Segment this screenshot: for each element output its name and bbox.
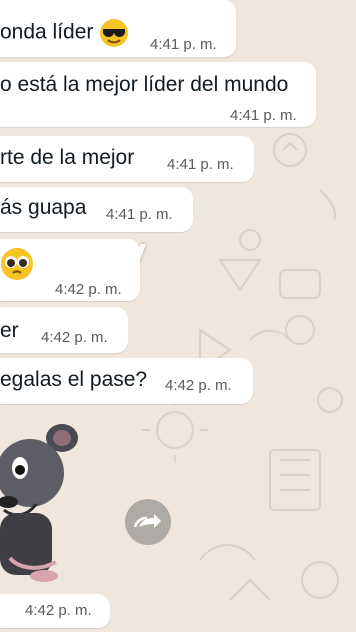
sunglasses-face-icon <box>100 19 129 47</box>
message-bubble[interactable]: egalas el pase? 4:42 p. m. <box>0 358 253 404</box>
forward-icon <box>133 514 161 528</box>
message-time: 4:41 p. m. <box>106 206 173 223</box>
message-time: 4:42 p. m. <box>41 329 108 346</box>
message-time: 4:41 p. m. <box>230 107 297 124</box>
message-bubble[interactable]: ás guapa 4:41 p. m. <box>0 187 193 232</box>
message-time: 4:42 p. m. <box>25 602 92 619</box>
message-time: 4:42 p. m. <box>55 281 122 298</box>
message-bubble[interactable]: onda líder 4:41 p. m. <box>0 0 236 57</box>
rat-sticker[interactable] <box>0 418 84 588</box>
message-bubble[interactable]: 4:42 p. m. <box>0 594 110 628</box>
message-time: 4:41 p. m. <box>150 36 217 53</box>
message-text: onda líder <box>0 18 129 48</box>
forward-button[interactable] <box>125 499 171 545</box>
message-bubble[interactable]: er 4:42 p. m. <box>0 307 128 353</box>
message-time: 4:41 p. m. <box>167 156 234 173</box>
message-text: ás guapa <box>0 196 87 219</box>
message-time: 4:42 p. m. <box>165 377 232 394</box>
message-text: rte de la mejor <box>0 146 135 169</box>
message-bubble[interactable]: 4:42 p. m. <box>0 239 140 301</box>
message-bubble[interactable]: o está la mejor líder del mundo 4:41 p. … <box>0 62 316 127</box>
pleading-face-icon <box>1 248 33 280</box>
message-text: o está la mejor líder del mundo <box>0 73 289 96</box>
message-bubble[interactable]: rte de la mejor 4:41 p. m. <box>0 136 254 182</box>
message-text: egalas el pase? <box>0 368 148 391</box>
message-text: er <box>0 319 19 342</box>
